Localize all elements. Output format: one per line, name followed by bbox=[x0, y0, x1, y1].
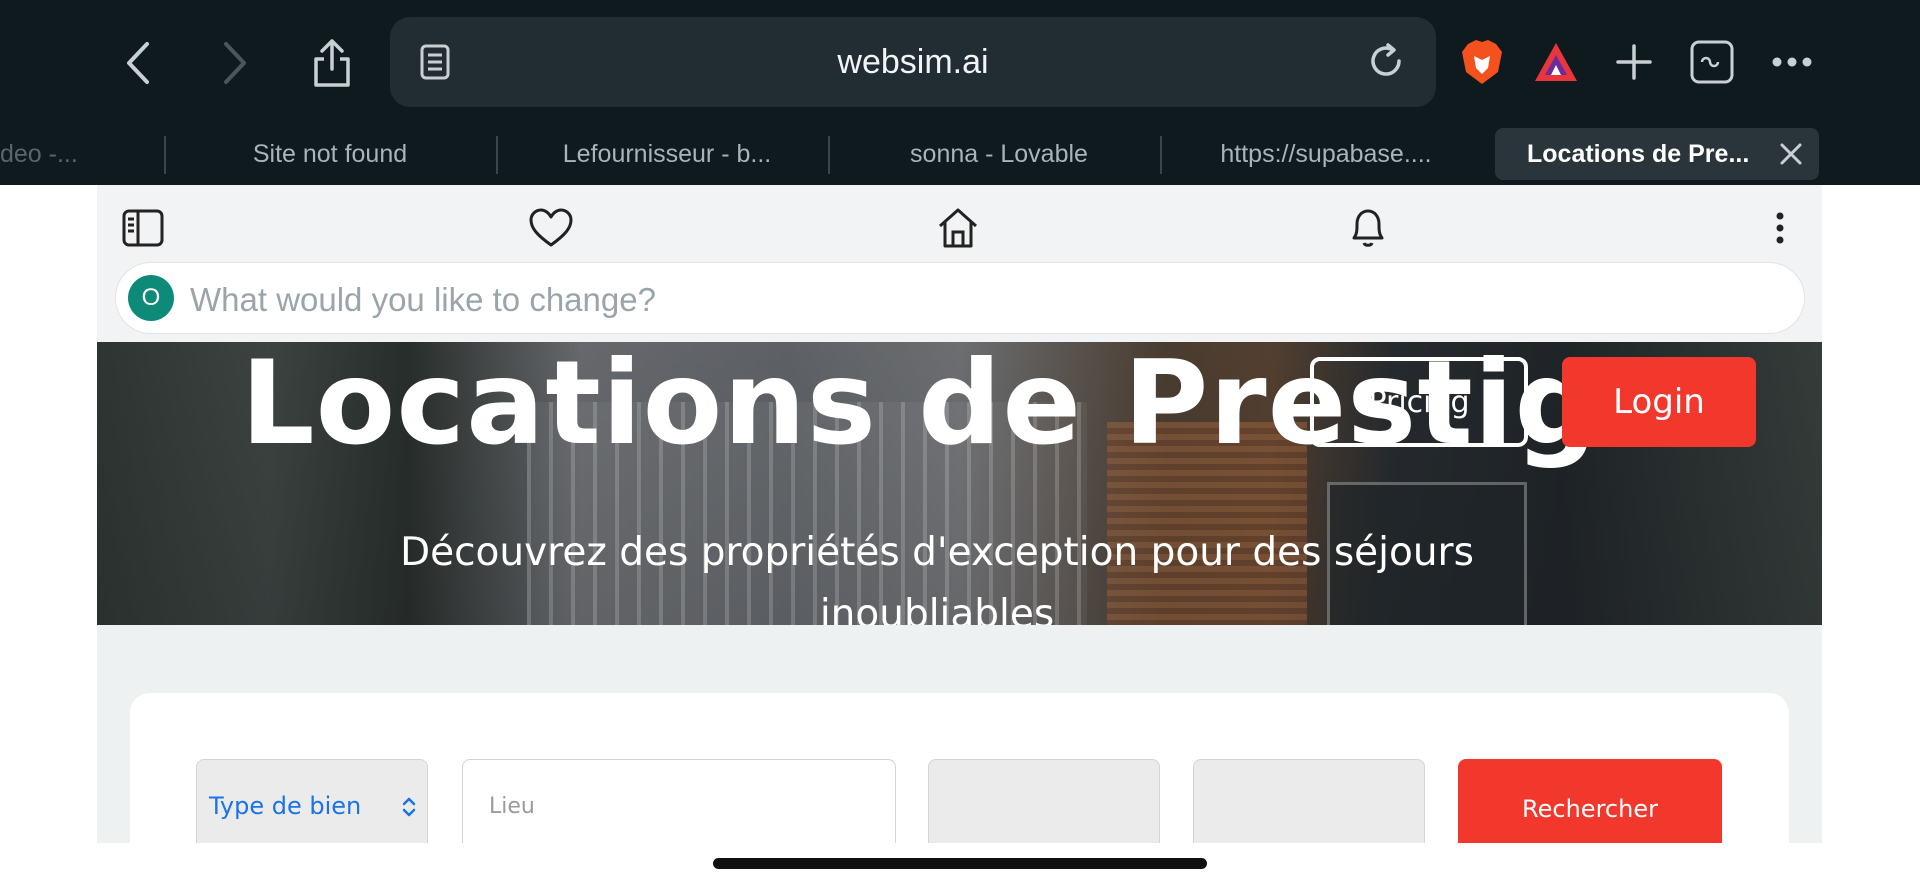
search-section: Type de bien Lieu Rechercher bbox=[97, 625, 1822, 843]
tab-divider bbox=[828, 136, 830, 174]
home-indicator[interactable] bbox=[713, 858, 1207, 869]
tab-divider bbox=[164, 136, 166, 174]
brave-lion-icon[interactable] bbox=[1456, 36, 1508, 88]
brave-rewards-icon[interactable] bbox=[1530, 36, 1582, 88]
location-input[interactable]: Lieu bbox=[462, 759, 896, 843]
more-icon[interactable] bbox=[1766, 36, 1818, 88]
tab-strip: deo -... Site not found Lefournisseur - … bbox=[0, 128, 1920, 180]
page-viewport: Pricing Locations de Prestige Login Déco… bbox=[97, 185, 1822, 843]
sidebar-icon[interactable] bbox=[120, 205, 166, 251]
hero-subtitle: Découvrez des propriétés d'exception pou… bbox=[400, 530, 1474, 625]
tab-active-label: Locations de Pre... bbox=[1527, 139, 1750, 168]
tab-0[interactable]: deo -... bbox=[0, 128, 110, 180]
reload-icon[interactable] bbox=[1366, 41, 1406, 86]
property-type-select[interactable]: Type de bien bbox=[196, 759, 428, 843]
tab-overview-icon[interactable] bbox=[1686, 36, 1738, 88]
chevron-updown-icon bbox=[401, 796, 417, 824]
forward-icon[interactable] bbox=[210, 38, 260, 88]
checkin-date-field[interactable] bbox=[928, 759, 1160, 843]
search-button[interactable]: Rechercher bbox=[1458, 759, 1722, 843]
prompt-input[interactable]: O What would you like to change? bbox=[115, 262, 1805, 334]
tab-4[interactable]: https://supabase.... bbox=[1176, 128, 1476, 180]
home-icon[interactable] bbox=[935, 205, 981, 251]
url-bar[interactable]: websim.ai bbox=[390, 17, 1436, 107]
back-icon[interactable] bbox=[113, 38, 163, 88]
heart-icon[interactable] bbox=[528, 205, 574, 251]
tab-3[interactable]: sonna - Lovable bbox=[844, 128, 1154, 180]
tab-1[interactable]: Site not found bbox=[180, 128, 480, 180]
plus-icon[interactable] bbox=[1608, 36, 1660, 88]
close-tab-icon[interactable] bbox=[1777, 140, 1805, 168]
url-text[interactable]: websim.ai bbox=[390, 43, 1436, 82]
share-icon[interactable] bbox=[307, 38, 357, 88]
bell-icon[interactable] bbox=[1345, 205, 1391, 251]
prompt-placeholder[interactable]: What would you like to change? bbox=[190, 281, 656, 319]
tab-2[interactable]: Lefournisseur - b... bbox=[512, 128, 822, 180]
browser-chrome: websim.ai deo -... Site not found Lefour… bbox=[0, 0, 1920, 185]
checkout-date-field[interactable] bbox=[1193, 759, 1425, 843]
kebab-icon[interactable] bbox=[1757, 205, 1803, 251]
tab-divider bbox=[496, 136, 498, 174]
avatar[interactable]: O bbox=[128, 275, 174, 321]
tab-active[interactable]: Locations de Pre... bbox=[1495, 128, 1819, 180]
login-button[interactable]: Login bbox=[1562, 357, 1756, 447]
hero-section: Pricing Locations de Prestige Login Déco… bbox=[97, 342, 1822, 625]
property-type-label: Type de bien bbox=[209, 792, 362, 820]
search-card: Type de bien Lieu Rechercher bbox=[130, 693, 1789, 843]
tab-divider bbox=[1160, 136, 1162, 174]
